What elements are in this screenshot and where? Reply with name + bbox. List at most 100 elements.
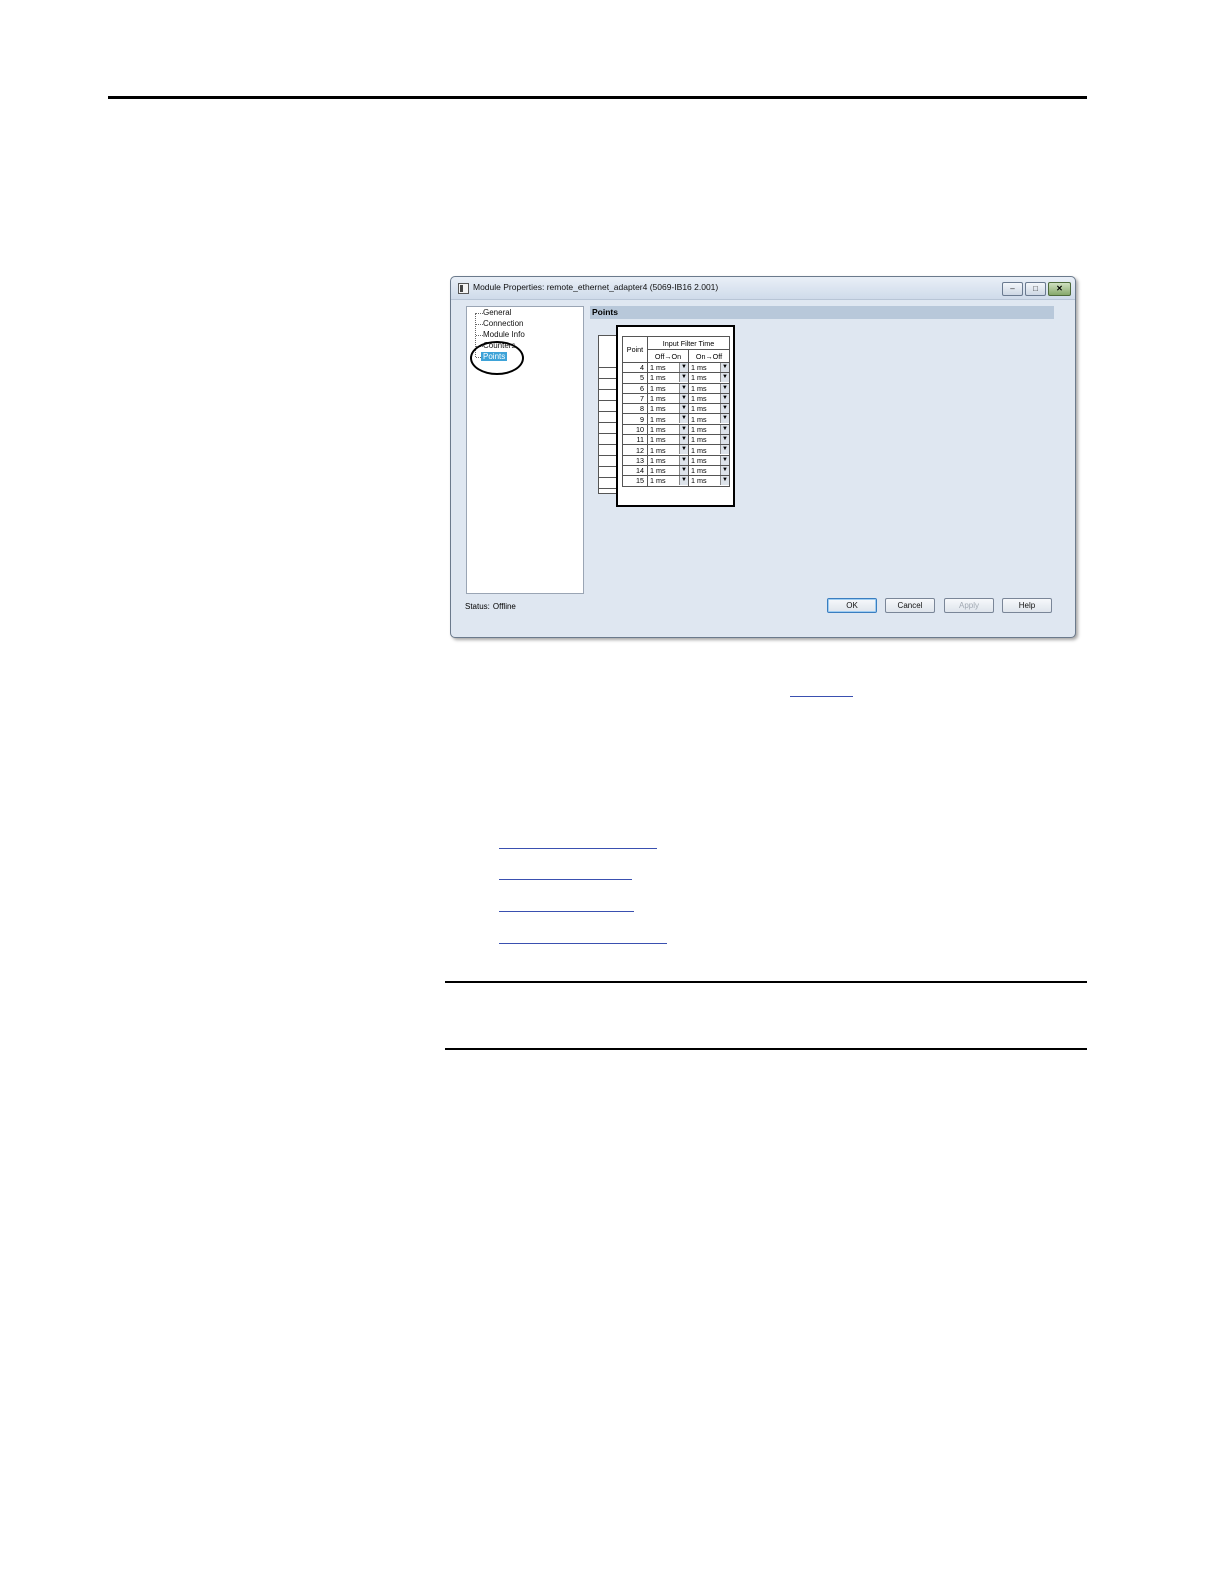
off-on-filter-select[interactable]: 1 ms ▼ (647, 423, 689, 436)
status-value: Offline (492, 602, 516, 611)
top-rule (108, 96, 1087, 99)
dropdown-arrow-icon[interactable]: ▼ (720, 393, 729, 403)
dropdown-arrow-icon[interactable]: ▼ (679, 435, 688, 445)
point-number: 11 (622, 434, 648, 446)
dropdown-arrow-icon[interactable]: ▼ (720, 373, 729, 383)
dropdown-arrow-icon[interactable]: ▼ (679, 445, 688, 455)
apply-button[interactable]: Apply (944, 598, 994, 613)
ok-button[interactable]: OK (827, 598, 877, 613)
on-off-filter-select[interactable]: 1 ms ▼ (688, 434, 730, 446)
on-off-value: 1 ms (691, 455, 707, 465)
on-off-filter-select[interactable]: 1 ms ▼ (688, 423, 730, 436)
dropdown-arrow-icon[interactable]: ▼ (679, 404, 688, 414)
section-header: Points (590, 306, 1054, 319)
callout-circle (470, 341, 524, 375)
dropdown-arrow-icon[interactable]: ▼ (720, 465, 729, 475)
table-row: 41 ms ▼ 1 ms ▼ (622, 361, 730, 374)
tree-item-connection[interactable]: Connection (483, 319, 523, 328)
dropdown-arrow-icon[interactable]: ▼ (720, 445, 729, 455)
on-off-filter-select[interactable]: 1 ms ▼ (688, 464, 730, 477)
tree-item-module-info[interactable]: Module Info (483, 330, 525, 339)
tree-branch (476, 324, 483, 325)
topic-link-2[interactable] (499, 879, 632, 880)
dropdown-arrow-icon[interactable]: ▼ (720, 404, 729, 414)
maximize-button[interactable]: □ (1025, 282, 1046, 296)
dropdown-arrow-icon[interactable]: ▼ (679, 383, 688, 393)
on-off-value: 1 ms (691, 363, 707, 373)
off-on-filter-select[interactable]: 1 ms ▼ (647, 464, 689, 477)
dropdown-arrow-icon[interactable]: ▼ (679, 373, 688, 383)
point-number: 5 (622, 372, 648, 384)
off-on-filter-select[interactable]: 1 ms ▼ (647, 382, 689, 394)
table-row: 11 1 ms ▼ 1 ms ▼ (622, 434, 730, 446)
off-on-filter-select[interactable]: 1 ms ▼ (647, 454, 689, 466)
on-off-filter-select[interactable]: 1 ms ▼ (688, 372, 730, 384)
off-on-value: 1 ms (650, 394, 666, 404)
point-number: 7 (622, 392, 648, 405)
off-on-filter-select[interactable]: 1 ms ▼ (647, 475, 689, 487)
off-on-value: 1 ms (650, 445, 666, 455)
off-on-value: 1 ms (650, 404, 666, 414)
dropdown-arrow-icon[interactable]: ▼ (679, 363, 688, 372)
cancel-button[interactable]: Cancel (885, 598, 935, 613)
dropdown-arrow-icon[interactable]: ▼ (679, 414, 688, 424)
dropdown-arrow-icon[interactable]: ▼ (720, 455, 729, 465)
on-off-filter-select[interactable]: 1 ms ▼ (688, 444, 730, 456)
on-off-filter-select[interactable]: 1 ms ▼ (688, 454, 730, 466)
on-off-filter-select[interactable]: 1 ms ▼ (688, 392, 730, 405)
off-on-filter-select[interactable]: 1 ms ▼ (647, 361, 689, 374)
off-on-filter-select[interactable]: 1 ms ▼ (647, 403, 689, 415)
title-bar[interactable]: Module Properties: remote_ethernet_adapt… (451, 277, 1075, 300)
dropdown-arrow-icon[interactable]: ▼ (720, 414, 729, 424)
off-on-filter-select[interactable]: 1 ms ▼ (647, 444, 689, 456)
table-row: 71 ms ▼ 1 ms ▼ (622, 392, 730, 405)
tree-item-general[interactable]: General (483, 308, 511, 317)
off-on-value: 1 ms (650, 383, 666, 393)
off-on-value: 1 ms (650, 424, 666, 434)
dropdown-arrow-icon[interactable]: ▼ (679, 455, 688, 465)
dropdown-arrow-icon[interactable]: ▼ (720, 476, 729, 486)
dialog-body: General Connection Module Info Counters … (459, 301, 1057, 629)
help-button[interactable]: Help (1002, 598, 1052, 613)
dropdown-arrow-icon[interactable]: ▼ (679, 393, 688, 403)
on-off-filter-select[interactable]: 1 ms ▼ (688, 361, 730, 374)
on-off-value: 1 ms (691, 394, 707, 404)
point-number: 13 (622, 454, 648, 466)
table-row: 81 ms ▼ 1 ms ▼ (622, 403, 730, 415)
point-number: 12 (622, 444, 648, 456)
figure-reference-link[interactable] (790, 696, 853, 697)
dropdown-arrow-icon[interactable]: ▼ (679, 424, 688, 434)
off-on-filter-select[interactable]: 1 ms ▼ (647, 372, 689, 384)
minimize-button[interactable]: – (1002, 282, 1023, 296)
dropdown-arrow-icon[interactable]: ▼ (720, 435, 729, 445)
module-icon (458, 283, 469, 294)
note-bottom-rule (445, 1048, 1087, 1050)
on-off-filter-select[interactable]: 1 ms ▼ (688, 475, 730, 487)
dropdown-arrow-icon[interactable]: ▼ (720, 424, 729, 434)
category-tree: General Connection Module Info Counters … (466, 306, 584, 594)
points-table: Point Input Filter Time Off→On On→Off 41… (622, 336, 730, 487)
table-row: 61 ms ▼ 1 ms ▼ (622, 382, 730, 394)
topic-link-1[interactable] (499, 848, 657, 849)
on-off-value: 1 ms (691, 424, 707, 434)
off-on-filter-select[interactable]: 1 ms ▼ (647, 392, 689, 405)
dropdown-arrow-icon[interactable]: ▼ (720, 363, 729, 372)
table-row: 91 ms ▼ 1 ms ▼ (622, 413, 730, 425)
on-off-filter-select[interactable]: 1 ms ▼ (688, 413, 730, 425)
off-on-filter-select[interactable]: 1 ms ▼ (647, 413, 689, 425)
on-off-value: 1 ms (691, 414, 707, 424)
topic-link-3[interactable] (499, 911, 634, 912)
close-button[interactable]: ✕ (1048, 282, 1071, 296)
dropdown-arrow-icon[interactable]: ▼ (679, 476, 688, 486)
dropdown-arrow-icon[interactable]: ▼ (679, 465, 688, 475)
off-on-column-header: Off→On (647, 349, 689, 363)
tree-branch (476, 335, 483, 336)
on-off-filter-select[interactable]: 1 ms ▼ (688, 382, 730, 394)
dropdown-arrow-icon[interactable]: ▼ (720, 383, 729, 393)
table-row: 51 ms ▼ 1 ms ▼ (622, 372, 730, 384)
point-number: 8 (622, 403, 648, 415)
topic-link-4[interactable] (499, 943, 667, 944)
on-off-filter-select[interactable]: 1 ms ▼ (688, 403, 730, 415)
off-on-filter-select[interactable]: 1 ms ▼ (647, 434, 689, 446)
module-properties-dialog: Module Properties: remote_ethernet_adapt… (450, 276, 1076, 638)
